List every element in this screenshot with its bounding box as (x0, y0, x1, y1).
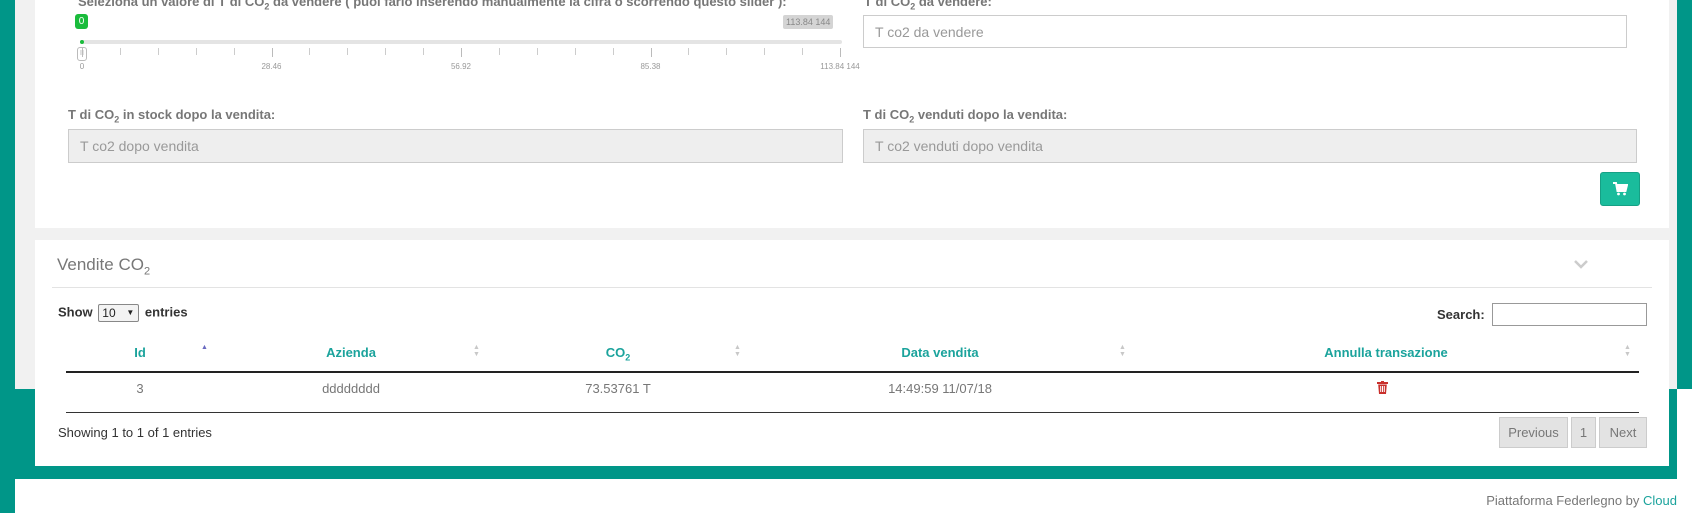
slider-tick (498, 48, 500, 55)
col-header-id[interactable]: Id (134, 345, 146, 360)
slider-tick (650, 48, 652, 57)
sort-both-icon: ▲ ▼ (1624, 344, 1631, 358)
slider-tick (574, 48, 576, 55)
slider-tick (271, 48, 273, 57)
slider-tick (461, 48, 462, 57)
t-vendere-input[interactable]: T co2 da vendere (863, 15, 1627, 48)
venduti-label: T di CO2 venduti dopo la vendita: (863, 107, 1068, 125)
shopping-cart-icon (1613, 182, 1628, 196)
co2-slider-track[interactable] (80, 40, 842, 44)
slider-tick (840, 48, 841, 57)
slider-tick (347, 48, 349, 55)
sell-form-panel: Seleziona un valore di T di CO2 da vende… (35, 0, 1669, 228)
slider-tick (802, 48, 804, 55)
slider-tick (764, 48, 766, 55)
table-info: Showing 1 to 1 of 1 entries (58, 425, 212, 440)
next-button[interactable]: Next (1599, 417, 1647, 448)
slider-tick (309, 48, 311, 55)
previous-button[interactable]: Previous (1499, 417, 1568, 448)
slider-tick (157, 48, 159, 55)
right-teal-border (1677, 0, 1692, 389)
cell-data-vendita: 14:49:59 11/07/18 (888, 381, 992, 396)
slider-max-bubble: 113.84 144 (783, 15, 834, 29)
footer-brand-link[interactable]: Cloud (1643, 493, 1677, 508)
page-1-button[interactable]: 1 (1571, 417, 1596, 448)
slider-tick (536, 48, 538, 55)
slider-tick (82, 48, 83, 57)
stock-input[interactable]: T co2 dopo vendita (68, 129, 843, 163)
chevron-down-icon[interactable] (1574, 260, 1588, 269)
page-size-select[interactable]: 10 ▼ (98, 304, 140, 322)
slider-tick-label: 85.38 (640, 62, 661, 71)
slider-min-bubble: 0 (75, 14, 88, 29)
venduti-input[interactable]: T co2 venduti dopo vendita (863, 129, 1637, 163)
slider-tick-label: 113.84 144 (820, 62, 860, 71)
sell-cart-button[interactable] (1600, 172, 1640, 206)
trash-icon[interactable] (1377, 381, 1388, 394)
slider-tick-label: 28.46 (261, 62, 282, 71)
length-control: Show 10 ▼ entries (58, 304, 188, 322)
slider-tick (233, 48, 235, 55)
sort-both-icon: ▲ ▼ (734, 344, 741, 358)
slider-tick (612, 48, 614, 55)
search-input[interactable] (1492, 303, 1647, 326)
slider-tick (385, 48, 387, 55)
search-label: Search: (1437, 307, 1485, 322)
stock-label: T di CO2 in stock dopo la vendita: (68, 107, 276, 125)
cell-co2: 73.53761 T (585, 381, 651, 396)
col-header-azienda[interactable]: Azienda (326, 345, 376, 360)
t-vendere-label: T di CO2 da vendere: (864, 0, 992, 12)
sales-title: Vendite CO2 (57, 255, 151, 278)
sort-both-icon: ▲ ▼ (473, 344, 480, 358)
sales-panel: Vendite CO2 Show 10 ▼ entries Search: Id … (35, 240, 1669, 466)
slider-tick (119, 48, 121, 55)
table-bottom-border (66, 412, 1639, 413)
cell-id: 3 (136, 381, 144, 396)
section-divider (52, 287, 1652, 288)
slider-fill (80, 40, 84, 44)
col-header-co2[interactable]: CO2 (606, 345, 631, 363)
slider-label: Seleziona un valore di T di CO2 da vende… (78, 0, 787, 12)
col-header-annulla[interactable]: Annulla transazione (1324, 345, 1448, 360)
col-header-data-vendita[interactable]: Data vendita (901, 345, 978, 360)
cell-azienda: dddddddd (322, 381, 380, 396)
slider-tick (688, 48, 690, 55)
table-header-border (66, 371, 1639, 373)
footer-credit: Piattaforma Federlegno by Cloud (1486, 493, 1677, 508)
sort-asc-icon: ▲ (201, 344, 208, 351)
slider-tick (195, 48, 197, 55)
slider-tick-label: 0 (79, 62, 85, 71)
left-teal-border (0, 0, 15, 513)
slider-tick-label: 56.92 (450, 62, 472, 71)
slider-tick (423, 48, 425, 55)
slider-tick (726, 48, 728, 55)
sort-both-icon: ▲ ▼ (1119, 344, 1126, 358)
